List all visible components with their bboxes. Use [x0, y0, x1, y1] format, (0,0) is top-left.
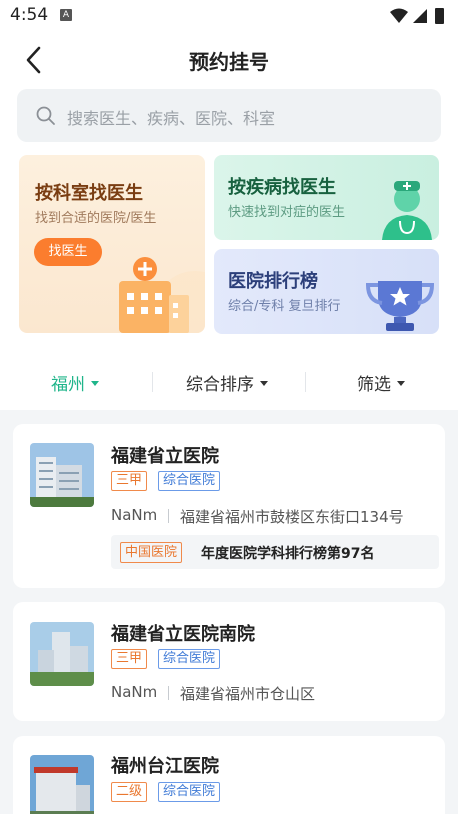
status-icons [390, 8, 444, 24]
status-bar: 4:54 A [0, 0, 458, 32]
caret-down-icon [260, 380, 268, 386]
search-input[interactable]: 搜索医生、疾病、医院、科室 [17, 89, 441, 142]
dept-card-subtitle: 找到合适的医院/医生 [35, 211, 157, 226]
type-badge: 综合医院 [158, 471, 221, 491]
hospital-building-icon [119, 257, 205, 333]
hospital-photo [30, 443, 94, 507]
divider [305, 372, 306, 392]
hospital-ranking-card[interactable]: 医院排行榜 综合/专科 复旦排行 [214, 249, 439, 334]
filter-bar: 福州 综合排序 筛选 [0, 356, 458, 408]
search-placeholder: 搜索医生、疾病、医院、科室 [67, 109, 276, 128]
ranking-card-title: 医院排行榜 [228, 271, 318, 292]
disease-card-title: 按疾病找医生 [228, 177, 336, 198]
grade-badge: 三甲 [111, 649, 148, 669]
hospital-card[interactable]: 福建省立医院 三甲 综合医院 NaNm 福建省福州市鼓楼区东街口134号 中国医… [13, 424, 445, 588]
grade-badge: 三甲 [111, 471, 148, 491]
grade-badge: 二级 [111, 782, 148, 802]
type-badge: 综合医院 [158, 649, 221, 669]
ranking-card-subtitle: 综合/专科 复旦排行 [228, 299, 341, 314]
notification-icon: A [60, 9, 72, 21]
hospital-name: 福建省立医院 [111, 446, 219, 467]
sort-filter-label: 综合排序 [186, 375, 254, 395]
hospital-photo [30, 622, 94, 686]
signal-icon [413, 9, 427, 23]
find-by-department-card[interactable]: 按科室找医生 找到合适的医院/医生 找医生 [19, 155, 205, 333]
hospital-card[interactable]: 福州台江医院 二级 综合医院 [13, 736, 445, 814]
separator [168, 686, 169, 700]
disease-card-subtitle: 快速找到对症的医生 [228, 205, 346, 220]
type-badge: 综合医院 [158, 782, 221, 802]
hospital-name: 福建省立医院南院 [111, 624, 255, 645]
ranking-row: 中国医院 年度医院学科排行榜第97名 [111, 535, 439, 569]
hospital-photo [30, 755, 94, 814]
more-filter-label: 筛选 [357, 375, 391, 395]
ranking-text: 年度医院学科排行榜第97名 [201, 546, 375, 562]
find-by-disease-card[interactable]: 按疾病找医生 快速找到对症的医生 [214, 155, 439, 240]
status-time: 4:54 [10, 5, 49, 25]
address: 福建省福州市仓山区 [180, 685, 316, 703]
city-filter-label: 福州 [51, 375, 85, 395]
city-filter[interactable]: 福州 [51, 370, 99, 395]
search-icon [36, 106, 55, 125]
hospital-card[interactable]: 福建省立医院南院 三甲 综合医院 NaNm 福建省福州市仓山区 [13, 602, 445, 721]
dept-card-title: 按科室找医生 [35, 183, 143, 204]
caret-down-icon [91, 380, 99, 386]
caret-down-icon [397, 380, 405, 386]
separator [168, 509, 169, 523]
ranking-source-badge: 中国医院 [120, 542, 183, 563]
top-bar: 预约挂号 [0, 32, 458, 88]
more-filter[interactable]: 筛选 [357, 370, 405, 395]
page-title: 预约挂号 [189, 50, 269, 74]
distance: NaNm [111, 506, 158, 524]
hospital-name: 福州台江医院 [111, 756, 219, 777]
find-doctor-button[interactable]: 找医生 [34, 238, 102, 266]
doctor-icon [382, 181, 432, 240]
divider [152, 372, 153, 392]
trophy-icon [365, 281, 435, 331]
sort-filter[interactable]: 综合排序 [186, 370, 268, 395]
distance: NaNm [111, 683, 158, 701]
wifi-icon [390, 8, 408, 23]
battery-icon [435, 8, 444, 24]
address: 福建省福州市鼓楼区东街口134号 [180, 508, 404, 526]
